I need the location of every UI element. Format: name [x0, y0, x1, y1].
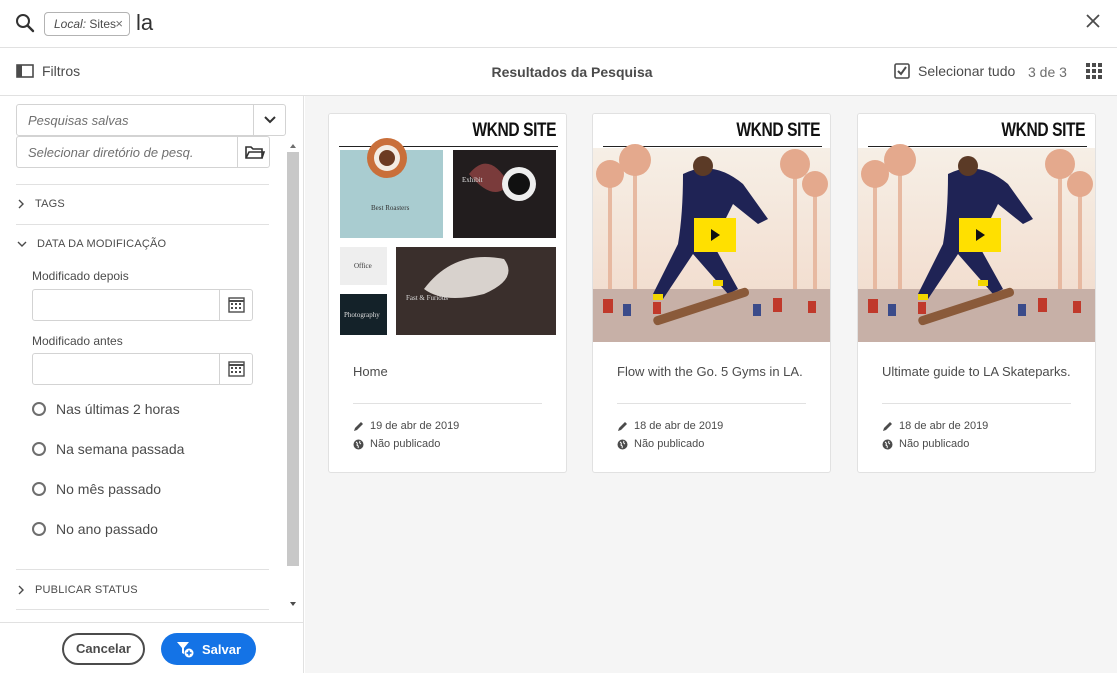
results-grid: WKND SITE Best Roasters Exhibit Office P…: [305, 96, 1117, 673]
radio-circle[interactable]: [32, 402, 46, 416]
modified-date-text: 19 de abr de 2019: [370, 420, 460, 432]
radio-last-2-hours[interactable]: Nas últimas 2 horas: [32, 401, 180, 417]
select-all-label: Selecionar tudo: [918, 63, 1016, 79]
tile-label: Best Roasters: [371, 204, 410, 212]
location-tag-key: Local:: [54, 17, 87, 31]
card-title: Ultimate guide to LA Skateparks.: [882, 364, 1071, 379]
remove-tag-icon[interactable]: ×: [115, 13, 123, 35]
divider: [16, 184, 269, 185]
play-icon[interactable]: [959, 218, 1001, 252]
grid-view-icon[interactable]: [1086, 63, 1102, 79]
publish-status-text: Não publicado: [634, 438, 705, 450]
select-all-button[interactable]: Selecionar tudo: [894, 63, 1015, 79]
radio-last-week[interactable]: Na semana passada: [32, 441, 184, 457]
filters-panel: Pesquisas salvas Selecionar diretório de…: [0, 96, 304, 673]
card-thumbnail: WKND SITE: [593, 114, 830, 342]
tile-label: Office: [354, 262, 372, 270]
modified-date-text: 18 de abr de 2019: [899, 420, 989, 432]
card-modified-date: 18 de abr de 2019: [617, 420, 723, 432]
card-modified-date: 19 de abr de 2019: [353, 420, 459, 432]
modified-after-field[interactable]: [32, 289, 253, 321]
section-tags[interactable]: TAGS: [17, 198, 65, 210]
search-directory-placeholder: Selecionar diretório de pesq.: [28, 145, 194, 160]
card-title: Home: [353, 364, 388, 379]
card-publish-status: Não publicado: [882, 438, 969, 450]
tile-label: Photography: [344, 311, 380, 319]
pencil-icon: [354, 421, 363, 431]
card-title: Flow with the Go. 5 Gyms in LA.: [617, 364, 803, 379]
folder-icon[interactable]: [237, 137, 269, 167]
calendar-icon[interactable]: [219, 290, 252, 320]
location-tag-value: Sites: [89, 17, 117, 31]
publish-status-text: Não publicado: [370, 438, 441, 450]
page-collage-image: [340, 138, 556, 335]
modified-before-label: Modificado antes: [32, 334, 123, 348]
checkbox-icon: [894, 63, 910, 79]
divider: [16, 609, 269, 610]
divider: [617, 403, 806, 404]
radio-circle[interactable]: [32, 522, 46, 536]
globe-icon: [353, 439, 364, 449]
divider: [353, 403, 542, 404]
radio-circle[interactable]: [32, 482, 46, 496]
sidebar-scroll-thumb[interactable]: [287, 152, 299, 566]
filter-add-icon: [176, 642, 194, 658]
search-directory-field[interactable]: Selecionar diretório de pesq.: [16, 136, 270, 168]
calendar-icon[interactable]: [219, 354, 252, 384]
section-publish-label: PUBLICAR STATUS: [35, 584, 138, 596]
save-button[interactable]: Salvar: [161, 633, 256, 665]
card-thumbnail: WKND SITE: [858, 114, 1095, 342]
tile-label: Exhibit: [462, 176, 483, 184]
card-publish-status: Não publicado: [617, 438, 704, 450]
result-card[interactable]: WKND SITE Flow with the Go. 5 Gyms in LA…: [592, 113, 831, 473]
globe-icon: [882, 439, 893, 449]
divider: [16, 224, 269, 225]
card-modified-date: 18 de abr de 2019: [882, 420, 988, 432]
section-modified-label: DATA DA MODIFICAÇÃO: [37, 238, 167, 250]
chevron-down-icon: [17, 241, 27, 247]
tile-label: Fast & Furious: [406, 294, 449, 302]
card-thumbnail: WKND SITE Best Roasters Exhibit Office P…: [329, 114, 566, 342]
section-publish-status[interactable]: PUBLICAR STATUS: [17, 584, 138, 596]
saved-searches-placeholder: Pesquisas salvas: [28, 113, 129, 128]
save-label: Salvar: [201, 641, 242, 657]
chevron-down-icon[interactable]: [253, 105, 285, 135]
pencil-icon: [618, 421, 627, 431]
results-toolbar: Filtros Resultados da Pesquisa Seleciona…: [0, 48, 1117, 96]
section-tags-label: TAGS: [35, 198, 65, 210]
section-modified-date[interactable]: DATA DA MODIFICAÇÃO: [17, 238, 166, 250]
result-card[interactable]: WKND SITE Best Roasters Exhibit Office P…: [328, 113, 567, 473]
divider: [16, 569, 269, 570]
radio-label: Nas últimas 2 horas: [56, 401, 180, 417]
pencil-icon: [883, 421, 892, 431]
radio-label: Na semana passada: [56, 441, 185, 457]
saved-searches-select[interactable]: Pesquisas salvas: [16, 104, 286, 136]
radio-last-month[interactable]: No mês passado: [32, 481, 161, 497]
radio-circle[interactable]: [32, 442, 46, 456]
modified-after-label: Modificado depois: [32, 269, 129, 283]
location-tag[interactable]: Local: Sites ×: [44, 12, 130, 36]
chevron-right-icon: [18, 585, 24, 595]
play-icon[interactable]: [694, 218, 736, 252]
divider: [882, 403, 1071, 404]
card-publish-status: Não publicado: [353, 438, 440, 450]
cancel-button[interactable]: Cancelar: [62, 633, 145, 665]
radio-label: No mês passado: [56, 481, 162, 497]
radio-label: No ano passado: [56, 521, 158, 537]
search-query-input[interactable]: la: [136, 10, 153, 36]
result-count: 3 de 3: [1028, 64, 1067, 80]
search-bar: Local: Sites × la: [0, 0, 1117, 48]
radio-last-year[interactable]: No ano passado: [32, 521, 158, 537]
modified-before-field[interactable]: [32, 353, 253, 385]
publish-status-text: Não publicado: [899, 438, 970, 450]
filters-footer: Cancelar Salvar: [0, 622, 303, 673]
result-card[interactable]: WKND SITE Ultimate guide to LA Skatepark…: [857, 113, 1096, 473]
modified-date-text: 18 de abr de 2019: [634, 420, 724, 432]
globe-icon: [617, 439, 628, 449]
close-icon[interactable]: [1085, 13, 1101, 29]
chevron-right-icon: [18, 199, 24, 209]
search-icon[interactable]: [15, 13, 35, 33]
